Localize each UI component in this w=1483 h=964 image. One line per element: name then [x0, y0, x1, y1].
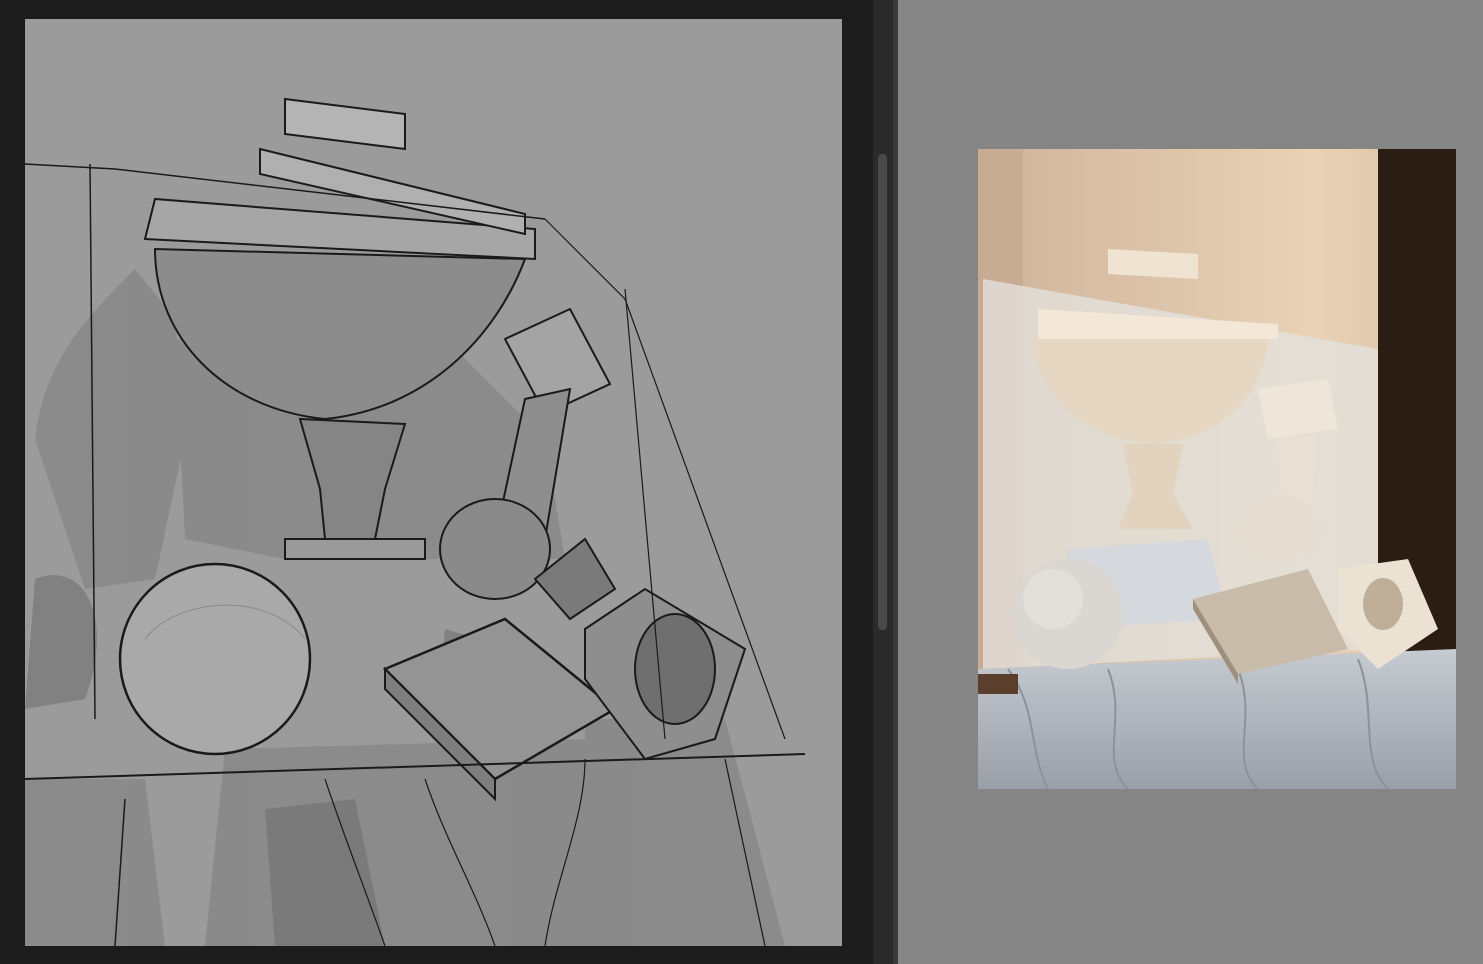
vertical-scrollbar[interactable] — [873, 0, 893, 964]
reference-panel — [898, 0, 1483, 964]
reference-photo[interactable] — [978, 149, 1456, 789]
drawing-canvas[interactable] — [25, 19, 842, 946]
sketch-artwork — [25, 97, 806, 946]
scrollbar-thumb[interactable] — [878, 154, 887, 630]
app-window — [0, 0, 1483, 964]
canvas-panel — [0, 0, 873, 964]
reference-image — [978, 149, 1456, 789]
